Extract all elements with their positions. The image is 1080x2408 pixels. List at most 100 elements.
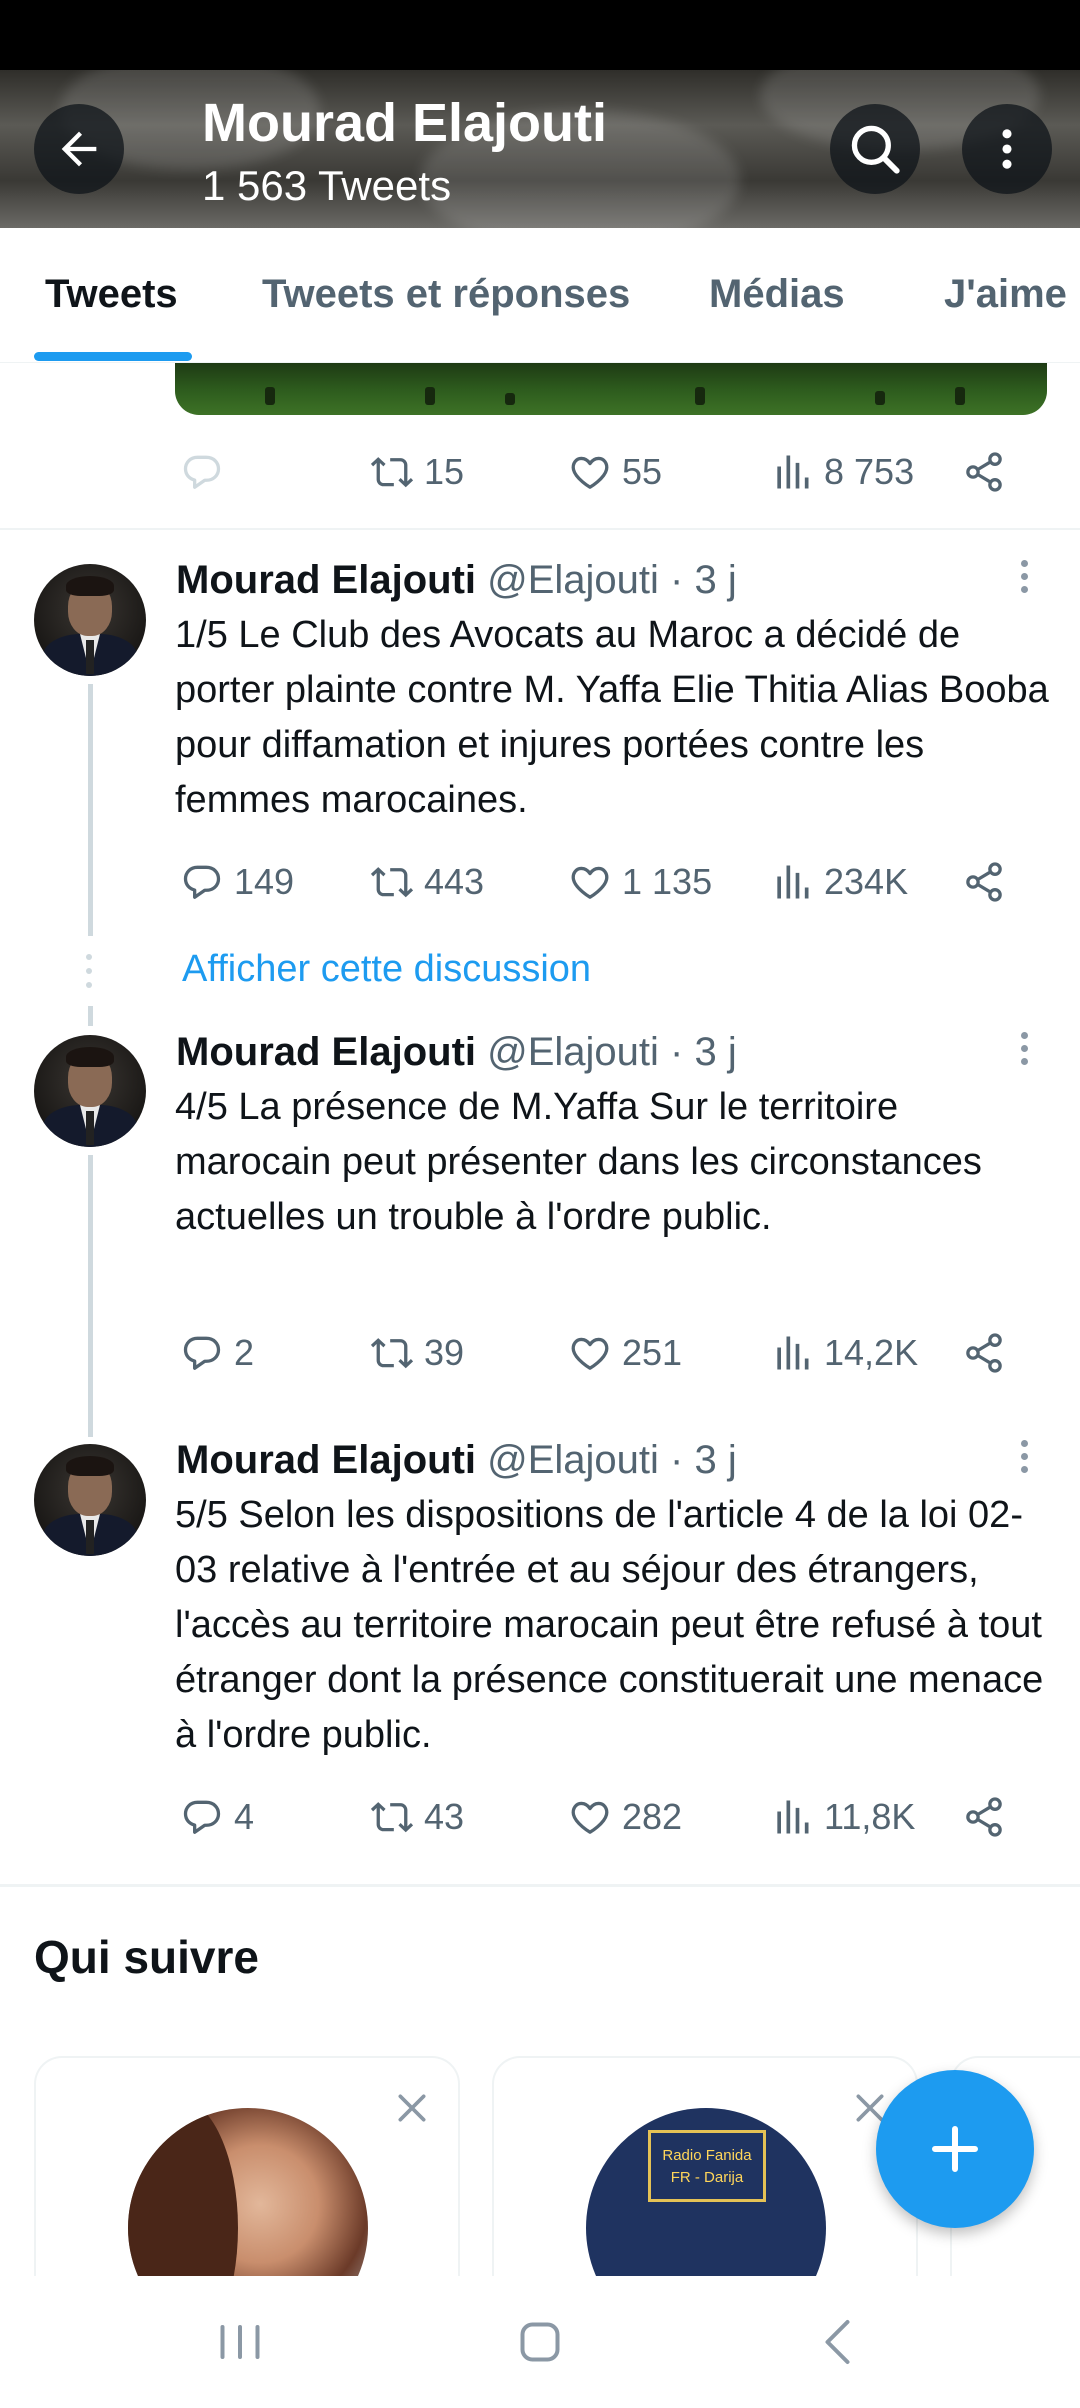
retweet-count: 15 — [424, 451, 465, 492]
bar-chart-icon — [777, 1800, 809, 1834]
views-count: 14,2K — [824, 1332, 919, 1373]
home-icon[interactable] — [510, 2312, 570, 2372]
like-count: 1 135 — [622, 861, 713, 902]
views-button[interactable]: 8 753 — [770, 442, 914, 502]
retweet-icon — [370, 457, 414, 488]
retweet-count: 43 — [424, 1796, 465, 1837]
retweet-button[interactable]: 39 — [370, 1323, 464, 1383]
tweet-actions: 4 43 282 11,8K — [180, 1787, 1020, 1847]
share-button[interactable] — [962, 442, 1006, 502]
status-bar — [0, 0, 1080, 70]
profile-header: Mourad Elajouti 1 563 Tweets — [0, 70, 1080, 228]
tweet-more-icon[interactable] — [1018, 1440, 1030, 1473]
like-button[interactable]: 282 — [568, 1787, 682, 1847]
views-count: 234K — [824, 861, 909, 902]
views-button[interactable]: 14,2K — [770, 1323, 918, 1383]
views-button[interactable]: 234K — [770, 852, 908, 912]
follow-suggestion-card[interactable] — [34, 2056, 460, 2276]
more-options-button[interactable] — [962, 104, 1052, 194]
tweet-actions: 15 55 8 753 — [180, 442, 1020, 502]
author-name[interactable]: Mourad Elajouti — [176, 1030, 476, 1074]
views-count: 8 753 — [824, 451, 915, 492]
retweet-icon — [370, 867, 414, 898]
reply-count: 149 — [234, 861, 295, 902]
close-icon[interactable] — [392, 2088, 432, 2128]
views-count: 11,8K — [824, 1796, 916, 1837]
avatar[interactable] — [34, 564, 146, 676]
radio-banner-text: Radio Fanida FR - Darija — [648, 2130, 766, 2202]
tweet-actions: 149 443 1 135 234K — [180, 852, 1020, 912]
retweet-button[interactable]: 443 — [370, 852, 484, 912]
reply-button[interactable]: 2 — [180, 1323, 254, 1383]
reply-icon — [183, 865, 221, 899]
retweet-button[interactable]: 43 — [370, 1787, 464, 1847]
retweet-count: 443 — [424, 861, 485, 902]
thread-line — [88, 1006, 93, 1026]
views-button[interactable]: 11,8K — [770, 1787, 915, 1847]
tweet-actions: 2 39 251 14,2K — [180, 1323, 1020, 1383]
reply-button[interactable]: 4 — [180, 1787, 254, 1847]
reply-button[interactable]: 149 — [180, 852, 294, 912]
like-button[interactable]: 1 135 — [568, 852, 712, 912]
compose-tweet-button[interactable] — [876, 2070, 1034, 2228]
recent-apps-icon[interactable] — [210, 2312, 270, 2372]
bar-chart-icon — [777, 865, 809, 899]
tweet-count: 1 563 Tweets — [202, 162, 452, 209]
like-button[interactable]: 251 — [568, 1323, 682, 1383]
tweet-more-icon[interactable] — [1018, 1032, 1030, 1065]
avatar[interactable] — [34, 1444, 146, 1556]
back-button[interactable] — [34, 104, 124, 194]
tweet-header: Mourad Elajouti @Elajouti · 3 j — [176, 558, 737, 603]
plus-icon — [932, 2126, 978, 2172]
like-count: 251 — [622, 1332, 683, 1373]
share-button[interactable] — [962, 1323, 1006, 1383]
retweet-button[interactable]: 15 — [370, 442, 464, 502]
back-nav-icon[interactable] — [810, 2312, 870, 2372]
retweet-count: 39 — [424, 1332, 465, 1373]
heart-icon — [571, 866, 609, 899]
profile-tabs: Tweets Tweets et réponses Médias J'aime — [0, 228, 1080, 363]
author-handle: @Elajouti · 3 j — [487, 1438, 737, 1482]
system-navigation-bar — [0, 2276, 1080, 2408]
tab-likes[interactable]: J'aime — [944, 272, 1067, 317]
tweet-divider — [0, 528, 1080, 530]
search-icon — [851, 125, 900, 174]
tab-tweets[interactable]: Tweets — [45, 272, 178, 317]
tab-tweets-and-replies[interactable]: Tweets et réponses — [262, 272, 630, 317]
section-divider — [0, 1884, 1080, 1887]
profile-name: Mourad Elajouti — [202, 93, 607, 153]
share-icon — [966, 1797, 1002, 1837]
reply-button[interactable] — [180, 442, 234, 502]
heart-icon — [571, 1337, 609, 1370]
share-icon — [966, 1333, 1002, 1373]
search-button[interactable] — [830, 104, 920, 194]
who-to-follow-title: Qui suivre — [34, 1931, 259, 1983]
heart-icon — [571, 456, 609, 489]
suggested-user-avatar[interactable] — [128, 2108, 368, 2276]
show-thread-link[interactable]: Afficher cette discussion — [182, 948, 591, 991]
thread-line — [88, 684, 93, 936]
share-button[interactable] — [962, 1787, 1006, 1847]
arrow-left-icon — [61, 131, 97, 167]
reply-count: 4 — [234, 1796, 255, 1837]
tweet-header: Mourad Elajouti @Elajouti · 3 j — [176, 1438, 737, 1483]
like-count: 282 — [622, 1796, 683, 1837]
author-name[interactable]: Mourad Elajouti — [176, 1438, 476, 1482]
tweet-more-icon[interactable] — [1018, 560, 1030, 593]
reply-count: 2 — [234, 1332, 255, 1373]
tweet-text: 1/5 Le Club des Avocats au Maroc a décid… — [175, 614, 1049, 821]
thread-line — [88, 1155, 93, 1437]
bar-chart-icon — [777, 1336, 809, 1370]
tab-media[interactable]: Médias — [709, 272, 845, 317]
follow-suggestion-card[interactable]: Radio Fanida FR - Darija — [492, 2056, 918, 2276]
tweet-media-image[interactable] — [175, 363, 1047, 415]
active-tab-indicator — [34, 352, 192, 361]
author-handle: @Elajouti · 3 j — [487, 1030, 737, 1074]
author-name[interactable]: Mourad Elajouti — [176, 558, 476, 602]
avatar[interactable] — [34, 1035, 146, 1147]
like-button[interactable]: 55 — [568, 442, 662, 502]
more-vertical-icon — [1002, 129, 1012, 169]
share-button[interactable] — [962, 852, 1006, 912]
share-icon — [966, 452, 1002, 492]
suggested-user-avatar[interactable]: Radio Fanida FR - Darija — [586, 2108, 826, 2276]
